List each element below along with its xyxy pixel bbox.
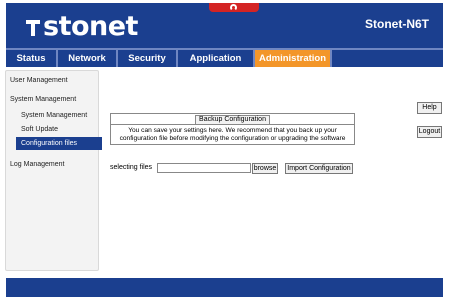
sidebar-item-system-management[interactable]: System Management (10, 96, 76, 103)
sidebar: User Management System Management System… (5, 70, 102, 271)
nav-security[interactable]: Security (118, 50, 178, 67)
selecting-files-label: selecting files (110, 164, 153, 171)
backup-description-line1: You can save your settings here. We reco… (128, 127, 337, 134)
header-bar: stonet Stonet-N6T (6, 3, 443, 48)
sidebar-subitem-soft-update[interactable]: Soft Update (21, 126, 58, 133)
sidebar-item-log-management[interactable]: Log Management (10, 161, 64, 168)
backup-description: You can save your settings here. We reco… (111, 125, 354, 143)
backup-configuration-button[interactable]: Backup Configuration (195, 115, 270, 125)
sidebar-subitem-configuration-files[interactable]: Configuration files (16, 137, 102, 150)
main-nav: Status Network Security Application Admi… (6, 48, 443, 67)
file-path-input[interactable] (157, 163, 251, 173)
model-name: Stonet-N6T (365, 17, 429, 31)
backup-panel-header: Backup Configuration (111, 114, 354, 125)
help-button[interactable]: Help (417, 102, 442, 114)
power-icon (230, 4, 237, 11)
footer-bar (6, 278, 443, 297)
nav-network[interactable]: Network (58, 50, 118, 67)
sidebar-item-user-management[interactable]: User Management (10, 77, 68, 84)
nav-status[interactable]: Status (6, 50, 58, 67)
brand-logo: stonet (26, 13, 138, 41)
nav-application[interactable]: Application (178, 50, 255, 67)
sidebar-subitem-system-management[interactable]: System Management (21, 112, 87, 119)
brand-name: stonet (43, 11, 138, 42)
top-indicator (209, 3, 259, 12)
browse-button[interactable]: browse (252, 163, 278, 174)
nav-administration[interactable]: Administration (255, 50, 332, 67)
logout-button[interactable]: Logout (417, 126, 442, 138)
import-configuration-button[interactable]: Import Configuration (285, 163, 353, 174)
logo-t-icon (26, 18, 40, 36)
backup-configuration-panel: Backup Configuration You can save your s… (110, 113, 355, 145)
backup-description-line2: configuration file before modifying the … (119, 135, 346, 142)
